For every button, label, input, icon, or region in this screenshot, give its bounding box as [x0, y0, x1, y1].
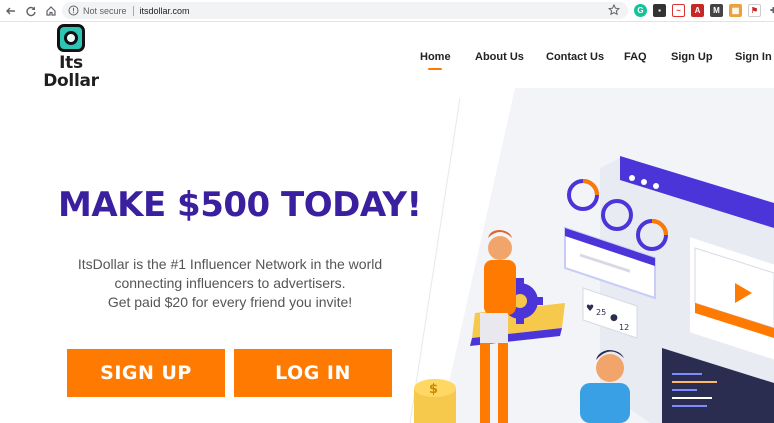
puzzle-icon[interactable]: ✚: [767, 4, 774, 17]
logo-line2: Dollar: [43, 71, 99, 91]
camera-icon[interactable]: ▪: [653, 4, 666, 17]
log-in-button[interactable]: LOG IN: [234, 349, 392, 397]
influencer-illustration: ♥ 25 ● 12 $: [409, 88, 774, 423]
nav-faq[interactable]: FAQ: [624, 51, 647, 63]
comments-count: 12: [619, 323, 629, 332]
svg-text:♥: ♥: [586, 304, 594, 314]
svg-text:●: ●: [610, 313, 618, 323]
hero-title: MAKE $500 TODAY!: [58, 185, 422, 225]
likes-count: 25: [596, 308, 606, 317]
nav-contact-us[interactable]: Contact Us: [546, 51, 604, 63]
reload-icon[interactable]: [22, 2, 40, 20]
dashboard-screen: [600, 156, 774, 423]
flag-icon[interactable]: ⚑: [748, 4, 761, 17]
hero-desc-line3: Get paid $20 for every friend you invite…: [107, 294, 353, 310]
nav-sign-in[interactable]: Sign In: [735, 51, 772, 63]
back-icon[interactable]: [2, 2, 20, 20]
url-text: itsdollar.com: [139, 5, 190, 16]
address-bar[interactable]: Not secure itsdollar.com: [62, 2, 628, 19]
hero-illustration: ♥ 25 ● 12 $: [400, 88, 774, 423]
browser-toolbar: Not secure itsdollar.com G ▪ ~ A M ▦ ⚑ ✚…: [0, 0, 774, 22]
hero-description: ItsDollar is the #1 Influencer Network i…: [55, 255, 405, 312]
security-label: Not secure: [83, 5, 127, 16]
logo-badge-icon: [57, 24, 85, 52]
logo-line1: Its: [59, 53, 83, 73]
nav-home[interactable]: Home: [420, 51, 451, 63]
home-icon[interactable]: [42, 2, 60, 20]
nav-about-us[interactable]: About Us: [475, 51, 524, 63]
extensions-bar: G ▪ ~ A M ▦ ⚑ ✚ •: [634, 4, 774, 17]
hero-desc-line1: ItsDollar is the #1 Influencer Network i…: [77, 256, 383, 272]
hero-desc-line2: connecting influencers to advertisers.: [114, 275, 346, 291]
puzzle-icon[interactable]: ▦: [729, 4, 742, 17]
warning-icon[interactable]: [68, 5, 79, 16]
coin-stack: $: [414, 379, 456, 423]
pdf-icon[interactable]: A: [691, 4, 704, 17]
sign-up-button[interactable]: SIGN UP: [67, 349, 225, 397]
omnibox-divider: [132, 5, 134, 16]
grammarly-icon[interactable]: G: [634, 4, 647, 17]
nav-sign-up[interactable]: Sign Up: [671, 51, 713, 63]
bookmark-star-icon[interactable]: [608, 4, 620, 16]
gmail-icon[interactable]: M: [710, 4, 723, 17]
site-logo[interactable]: Its Dollar: [40, 24, 102, 90]
coin-symbol: $: [429, 382, 438, 397]
extension-icon[interactable]: ~: [672, 4, 685, 17]
